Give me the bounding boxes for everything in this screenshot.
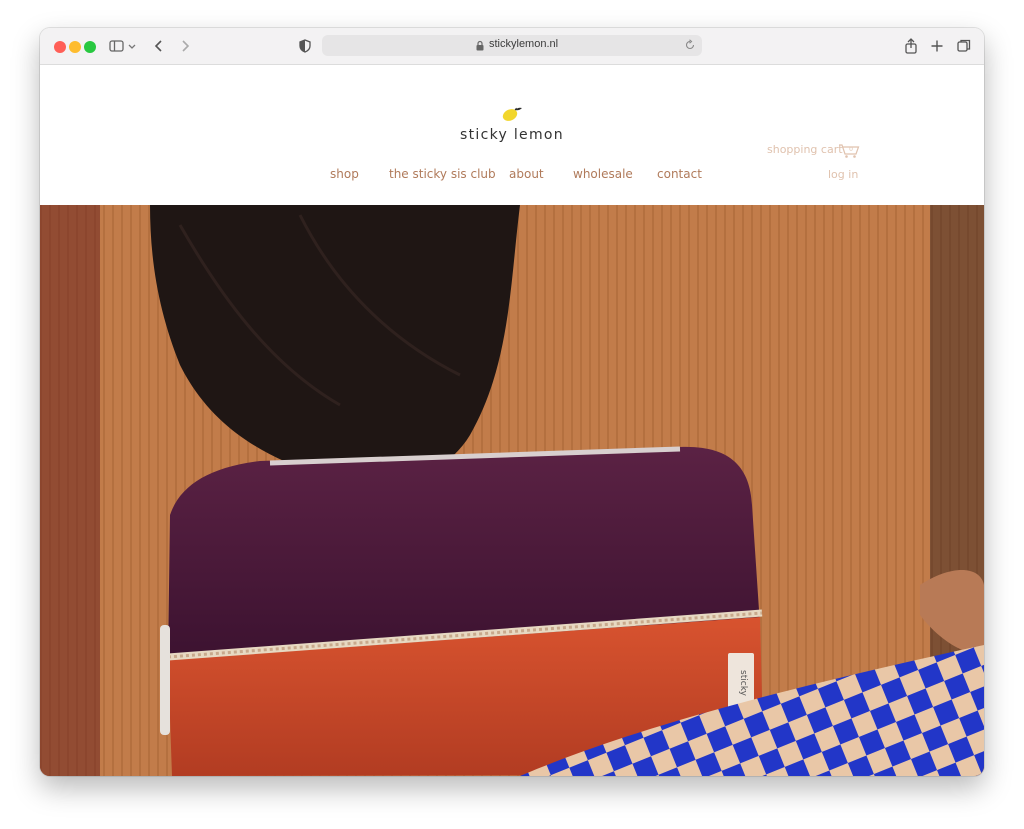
log-in-link[interactable]: log in — [828, 168, 858, 181]
shopping-cart-icon[interactable]: 0 — [838, 142, 860, 159]
forward-arrow-icon[interactable] — [176, 37, 194, 55]
address-bar[interactable]: stickylemon.nl — [322, 35, 702, 56]
browser-toolbar: stickylemon.nl — [40, 28, 984, 65]
lemon-logo-icon[interactable] — [499, 102, 527, 124]
new-tab-icon[interactable] — [928, 37, 946, 55]
back-arrow-icon[interactable] — [150, 37, 168, 55]
browser-window: stickylemon.nl sticky lemon shop the sti… — [40, 28, 984, 776]
hero-photo: sticky — [40, 205, 984, 776]
chevron-down-icon[interactable] — [127, 37, 137, 55]
share-icon[interactable] — [902, 37, 920, 55]
sidebar-icon[interactable] — [108, 37, 126, 55]
site-header: sticky lemon shop the sticky sis club ab… — [40, 65, 984, 205]
minimize-window-button[interactable] — [69, 41, 81, 53]
tab-overview-icon[interactable] — [955, 37, 973, 55]
zoom-window-button[interactable] — [84, 41, 96, 53]
address-url: stickylemon.nl — [489, 38, 559, 50]
shield-icon[interactable] — [296, 37, 314, 55]
nav-wholesale[interactable]: wholesale — [573, 167, 633, 181]
shopping-cart-link[interactable]: shopping cart — [767, 143, 843, 156]
lock-icon — [476, 40, 484, 51]
nav-about[interactable]: about — [509, 167, 544, 181]
close-window-button[interactable] — [54, 41, 66, 53]
nav-contact[interactable]: contact — [657, 167, 702, 181]
bag-tag-text: sticky — [738, 670, 748, 697]
nav-shop[interactable]: shop — [330, 167, 359, 181]
hero-image: sticky — [40, 205, 984, 776]
cart-count: 0 — [849, 146, 853, 153]
site-logo-text[interactable]: sticky lemon — [40, 127, 984, 143]
nav-sticky-sis-club[interactable]: the sticky sis club — [389, 167, 496, 181]
reload-icon[interactable] — [684, 39, 696, 51]
